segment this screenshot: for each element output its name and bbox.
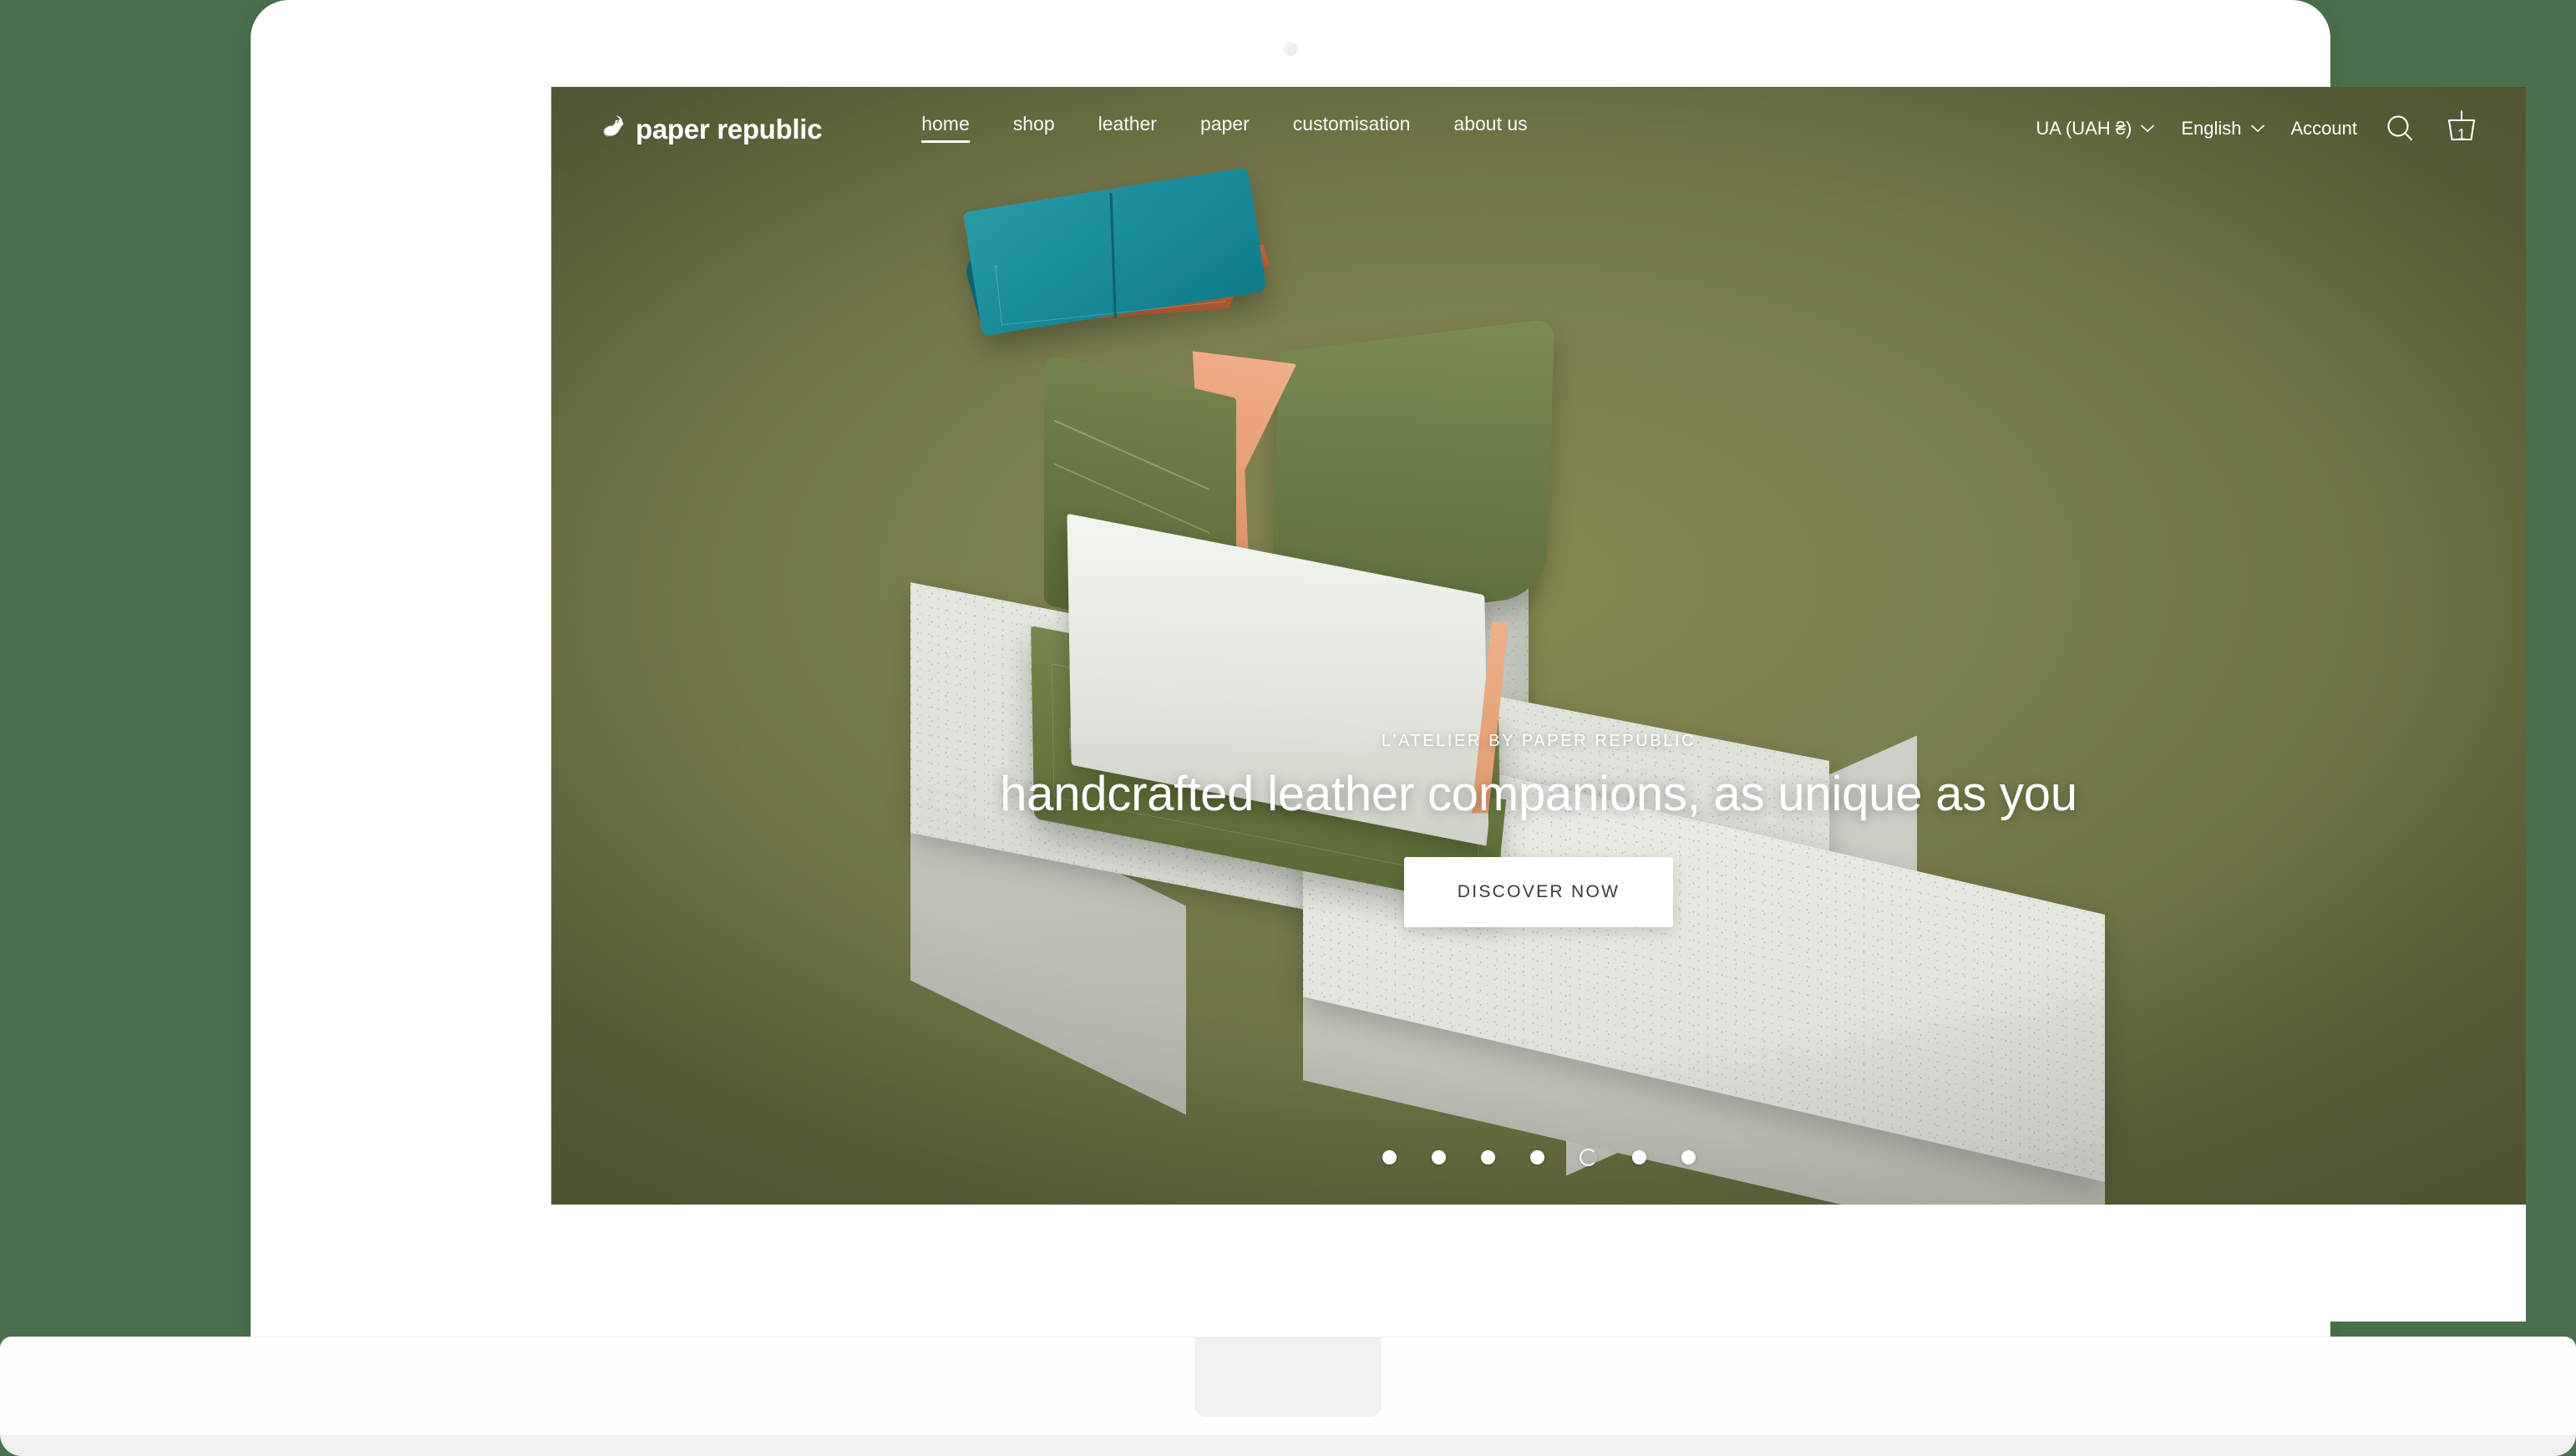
nav-item-home[interactable]: home [921, 114, 970, 143]
photo-vignette [551, 87, 2526, 1205]
brand-logo-link[interactable]: paper republic [601, 113, 823, 145]
nav-item-paper[interactable]: paper [1200, 114, 1250, 143]
language-selector-label: English [2181, 118, 2242, 139]
account-link[interactable]: Account [2291, 118, 2358, 140]
browser-viewport: paper republic home shop leather paper c… [551, 87, 2526, 1322]
nav-item-customisation[interactable]: customisation [1293, 114, 1411, 143]
carousel-dot-2[interactable] [1431, 1150, 1446, 1164]
hero-copy-block: L'ATELIER BY PAPER REPUBLIC handcrafted … [551, 732, 2526, 927]
language-selector[interactable]: English [2181, 118, 2264, 140]
search-icon [2387, 115, 2413, 141]
carousel-dot-7[interactable] [1681, 1150, 1696, 1164]
horse-head-icon [602, 115, 624, 137]
chevron-down-icon [2141, 124, 2155, 132]
carousel-dot-5-active[interactable] [1579, 1149, 1597, 1166]
hero-eyebrow-text: L'ATELIER BY PAPER REPUBLIC [1381, 732, 1696, 750]
search-button[interactable] [2384, 112, 2417, 145]
currency-selector[interactable]: UA (UAH ₴) [2036, 118, 2155, 140]
discover-now-button[interactable]: DISCOVER NOW [1403, 856, 1674, 927]
primary-navigation: home shop leather paper customisation ab… [921, 114, 1528, 143]
cart-item-count: 1 [2457, 126, 2466, 143]
laptop-device-frame: paper republic home shop leather paper c… [251, 0, 2526, 1387]
currency-selector-label: UA (UAH ₴) [2036, 118, 2132, 139]
content-section-below-hero [551, 1205, 2526, 1322]
webcam-icon [1283, 42, 1298, 56]
hero-carousel-slide: paper republic home shop leather paper c… [551, 87, 2526, 1205]
carousel-dot-6[interactable] [1631, 1150, 1646, 1164]
header-utilities: UA (UAH ₴) English Account 1 [2036, 109, 2479, 148]
carousel-pagination [551, 1149, 2526, 1166]
laptop-base-lip [0, 1433, 2576, 1456]
laptop-base-notch [1194, 1337, 1382, 1417]
carousel-dot-4[interactable] [1529, 1150, 1544, 1164]
nav-item-shop[interactable]: shop [1013, 114, 1055, 143]
hero-headline: handcrafted leather companions, as uniqu… [1000, 767, 2077, 821]
carousel-dot-1[interactable] [1382, 1150, 1397, 1164]
cart-button[interactable]: 1 [2444, 109, 2479, 148]
nav-item-about-us[interactable]: about us [1453, 114, 1527, 143]
laptop-base [0, 1337, 2576, 1456]
nav-item-leather[interactable]: leather [1098, 114, 1157, 143]
brand-name-text: paper republic [636, 113, 823, 145]
hero-product-photograph [551, 87, 2526, 1205]
site-header: paper republic home shop leather paper c… [551, 87, 2526, 170]
chevron-down-icon [2250, 124, 2264, 132]
laptop-base-top [0, 1337, 2576, 1435]
carousel-dot-3[interactable] [1480, 1150, 1495, 1164]
